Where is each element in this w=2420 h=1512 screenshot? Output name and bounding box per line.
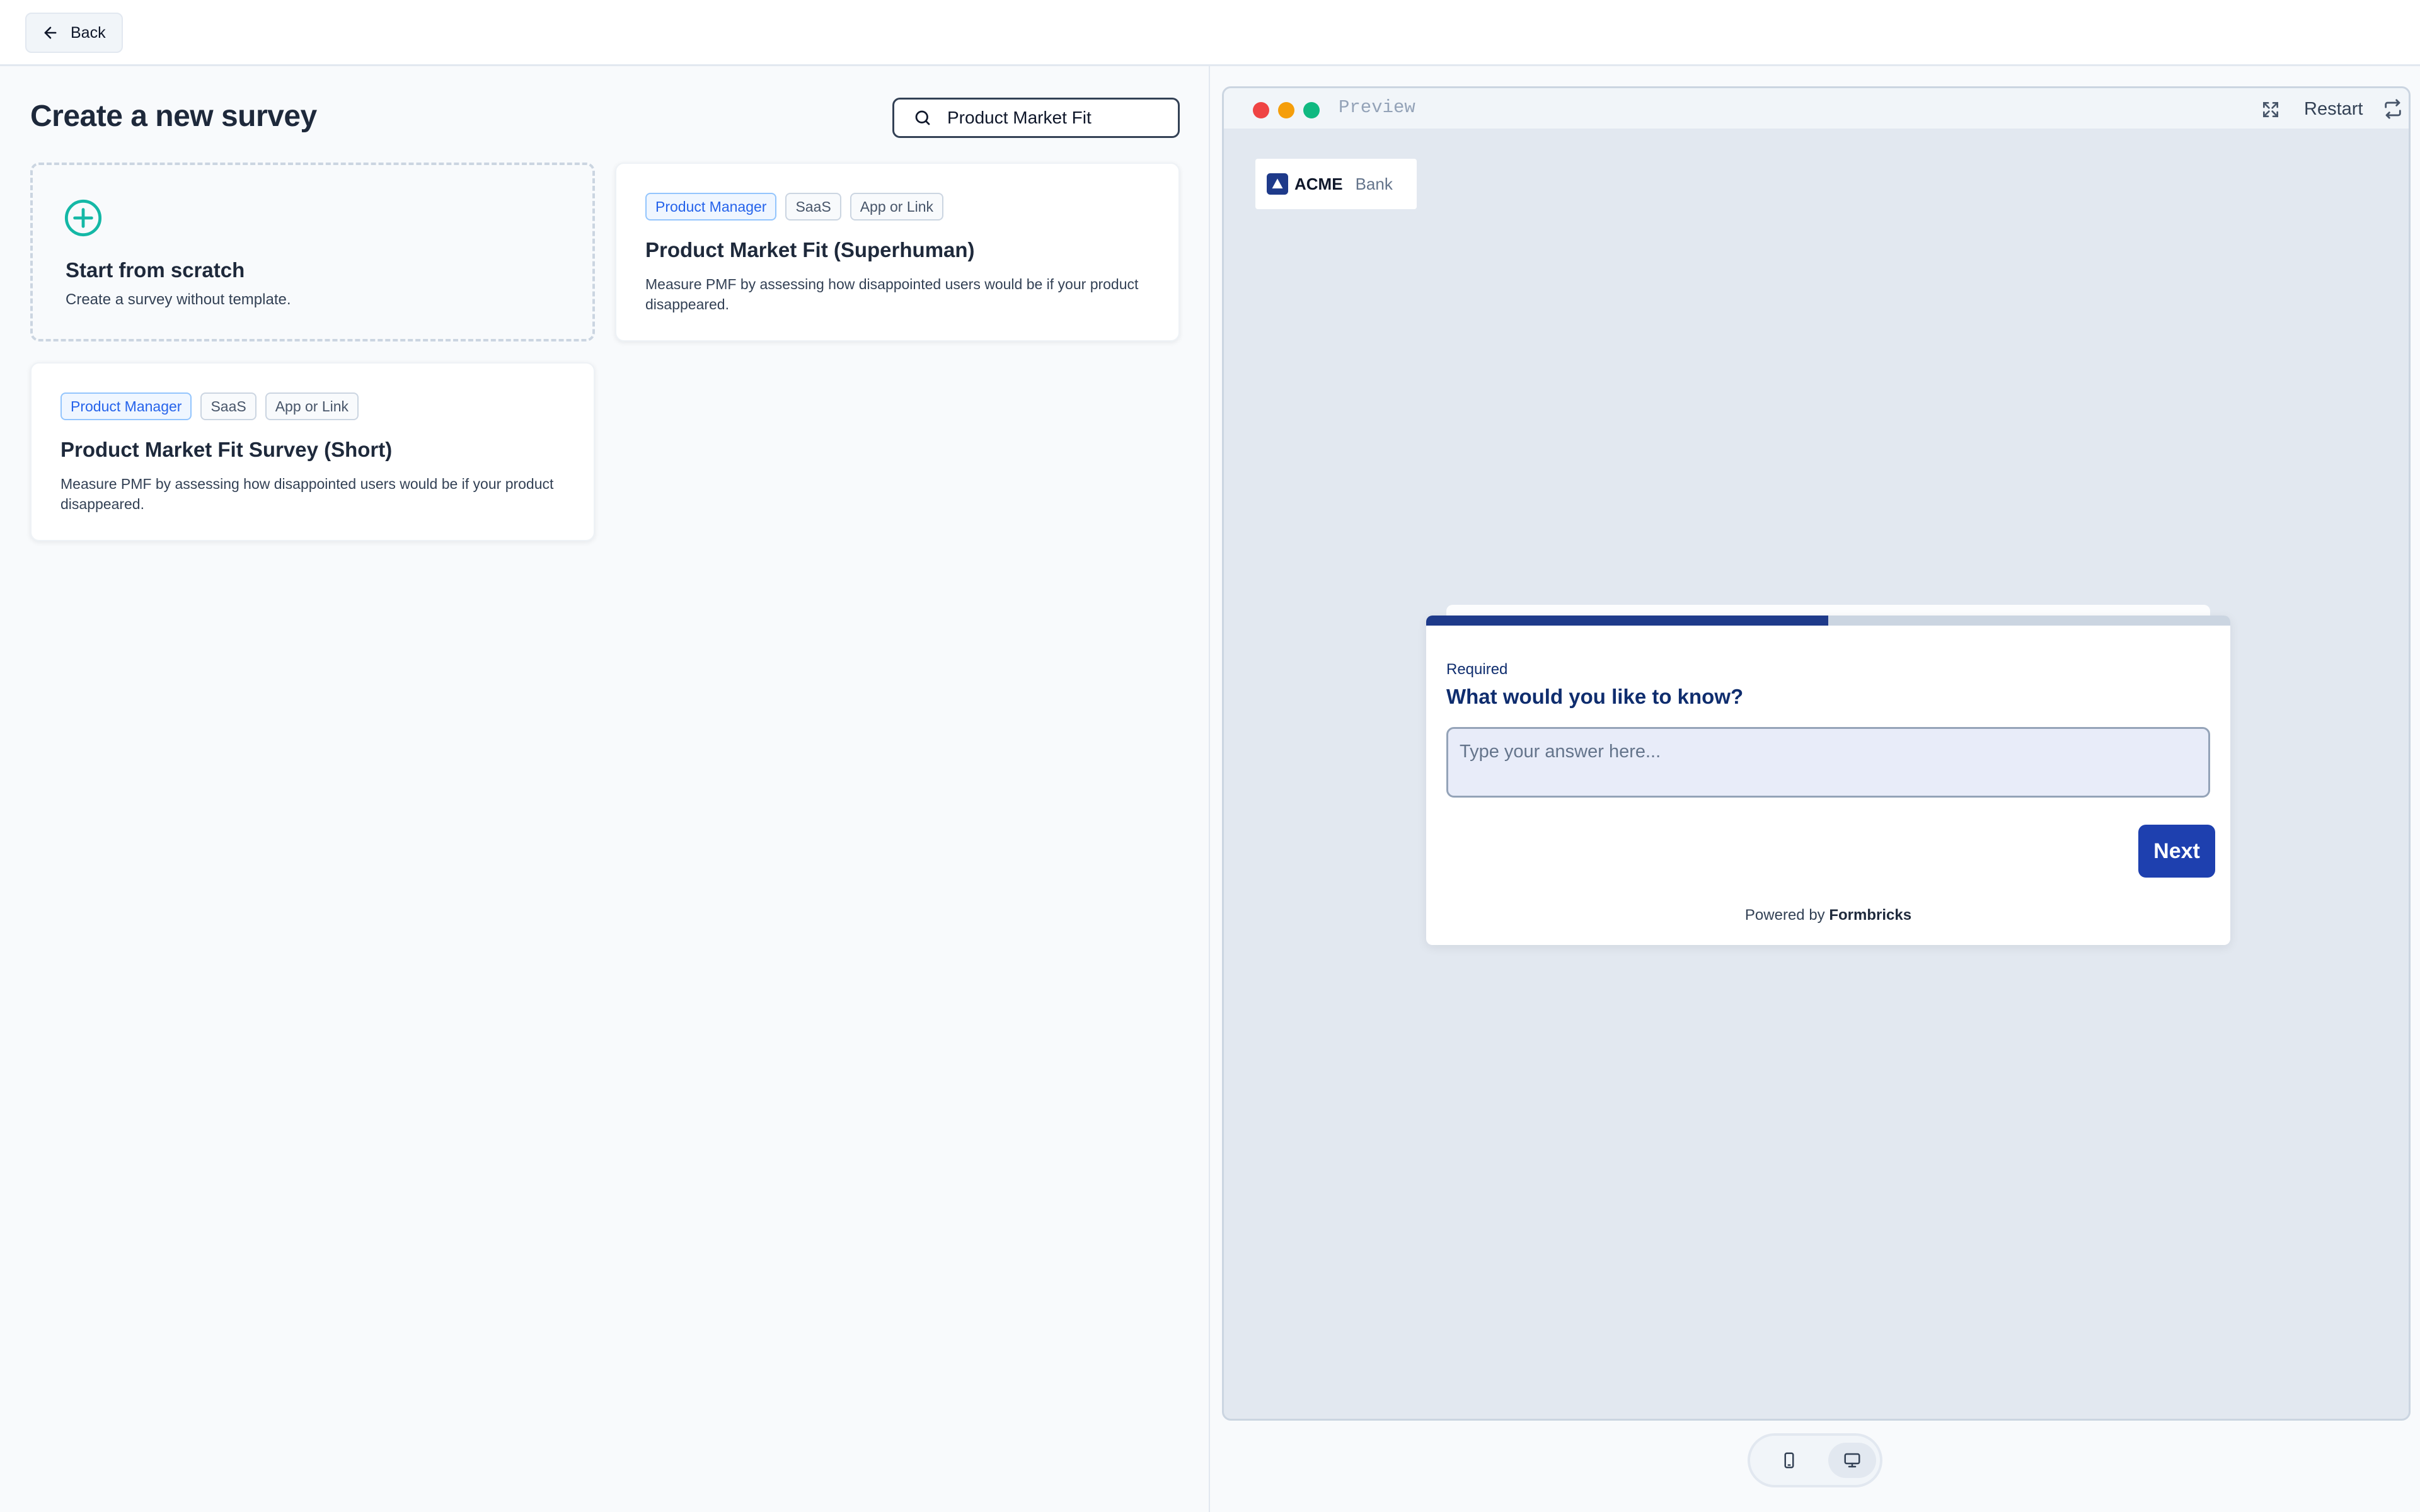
expand-icon[interactable] — [2261, 100, 2281, 120]
tag-role: Product Manager — [60, 392, 192, 420]
template-description: Measure PMF by assessing how disappointe… — [645, 276, 1139, 312]
mobile-view-button[interactable] — [1765, 1443, 1813, 1478]
tag-industry: SaaS — [200, 392, 256, 420]
top-bar: Back — [0, 0, 2420, 66]
template-description: Measure PMF by assessing how disappointe… — [60, 476, 554, 512]
back-button[interactable]: Back — [25, 13, 123, 53]
start-from-scratch-card[interactable]: Start from scratch Create a survey witho… — [30, 163, 595, 341]
template-panel: Create a new survey Start from scratch C… — [0, 66, 1210, 1512]
search-box[interactable] — [892, 98, 1180, 138]
preview-titlebar: Preview Restart — [1224, 88, 2409, 130]
preview-label: Preview — [1339, 97, 1415, 118]
window-minimize-dot — [1278, 102, 1294, 118]
window-maximize-dot — [1303, 102, 1320, 118]
brand-logo-icon — [1267, 173, 1288, 195]
tag-industry: SaaS — [785, 193, 841, 220]
powered-by: Powered by Formbricks — [1426, 907, 2230, 924]
tag-role: Product Manager — [645, 193, 777, 220]
desktop-icon — [1844, 1453, 1860, 1468]
template-card-short[interactable]: Product Manager SaaS App or Link Product… — [30, 362, 595, 541]
progress-fill — [1426, 616, 1828, 626]
restart-icon[interactable] — [2382, 98, 2404, 120]
tag-channel: App or Link — [265, 392, 359, 420]
mobile-icon — [1784, 1452, 1794, 1469]
required-label: Required — [1446, 661, 1508, 678]
progress-bar — [1426, 616, 2230, 626]
back-button-label: Back — [71, 23, 106, 42]
page-title: Create a new survey — [30, 100, 317, 133]
window-close-dot — [1253, 102, 1269, 118]
search-icon — [915, 110, 930, 125]
brand-subtitle: Bank — [1355, 174, 1393, 193]
restart-label: Restart — [2304, 98, 2363, 119]
scratch-title: Start from scratch — [66, 258, 245, 282]
answer-input[interactable] — [1446, 727, 2210, 798]
scratch-description: Create a survey without template. — [66, 291, 291, 308]
question-headline: What would you like to know? — [1446, 685, 1744, 708]
next-button[interactable]: Next — [2138, 825, 2215, 878]
template-title: Product Market Fit Survey (Short) — [60, 438, 393, 461]
preview-panel: Preview Restart ACME Bank Required What … — [1210, 66, 2420, 1512]
plus-circle-icon — [64, 199, 102, 237]
arrow-left-icon — [44, 26, 57, 39]
powered-by-prefix: Powered by — [1744, 907, 1825, 924]
brand-name: ACME — [1294, 174, 1343, 193]
brand-logo-box: ACME Bank — [1255, 159, 1417, 209]
template-tags: Product Manager SaaS App or Link — [645, 193, 944, 220]
template-card-superhuman[interactable]: Product Manager SaaS App or Link Product… — [615, 163, 1180, 341]
preview-window: Preview Restart ACME Bank Required What … — [1222, 86, 2411, 1421]
powered-by-brand[interactable]: Formbricks — [1829, 907, 1911, 924]
template-tags: Product Manager SaaS App or Link — [60, 392, 359, 420]
tag-channel: App or Link — [850, 193, 944, 220]
survey-card: Required What would you like to know? Ne… — [1426, 616, 2230, 945]
search-input[interactable] — [946, 107, 1160, 129]
device-toggle — [1748, 1433, 1882, 1487]
restart-button[interactable]: Restart — [2295, 93, 2371, 125]
template-title: Product Market Fit (Superhuman) — [645, 238, 975, 261]
desktop-view-button[interactable] — [1828, 1443, 1876, 1478]
